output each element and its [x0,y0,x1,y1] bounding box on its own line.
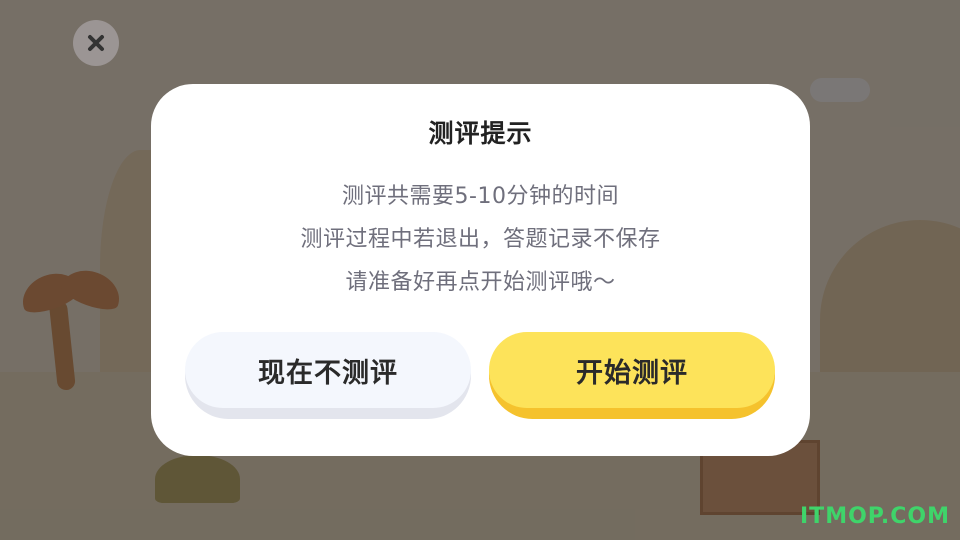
dialog-message-line: 测评共需要5-10分钟的时间 [342,184,619,209]
start-assessment-button[interactable]: 开始测评 [489,332,775,419]
start-assessment-label: 开始测评 [489,332,775,408]
dialog-title: 测评提示 [428,119,533,148]
assessment-prompt-dialog: 测评提示 测评共需要5-10分钟的时间 测评过程中若退出，答题记录不保存 请准备… [151,84,810,456]
watermark: ITMOP.COM [800,504,950,529]
close-icon [88,35,104,51]
close-button[interactable] [73,20,119,66]
skip-assessment-button[interactable]: 现在不测评 [185,332,471,419]
dialog-message-line: 请准备好再点开始测评哦～ [345,270,616,295]
skip-assessment-label: 现在不测评 [185,332,471,408]
dialog-message-line: 测评过程中若退出，答题记录不保存 [300,227,661,252]
